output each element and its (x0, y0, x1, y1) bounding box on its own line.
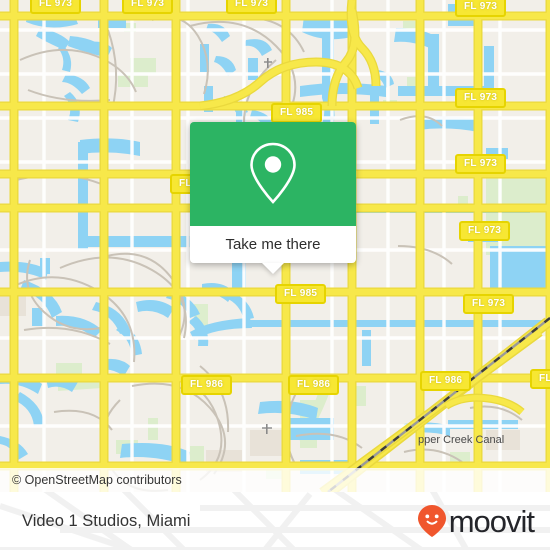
road-shield: FL 986 (420, 371, 472, 391)
moovit-brand[interactable]: moovit (417, 492, 535, 550)
road-shield: FL 973 (463, 294, 515, 314)
road-shield: FL (530, 369, 550, 389)
road-shield: FL 973 (30, 0, 82, 14)
road-shield: FL 986 (288, 375, 340, 395)
moovit-place-card: FL 973 FL 973 FL 973 FL 973 FL 973 FL 97… (0, 0, 550, 550)
moovit-smiley-pin-icon (417, 505, 446, 537)
place-title: Video 1 Studios, Miami (22, 492, 190, 550)
road-shield: FL 973 (455, 88, 507, 108)
callout-header (190, 122, 356, 226)
map-canvas[interactable]: FL 973 FL 973 FL 973 FL 973 FL 973 FL 97… (0, 0, 550, 492)
road-shield: FL 986 (181, 375, 233, 395)
place-title-text: Video 1 Studios, Miami (22, 511, 191, 530)
callout-action[interactable]: Take me there (190, 226, 356, 274)
road-shield: FL 973 (455, 154, 507, 174)
footer-bar: Video 1 Studios, Miami moovit (0, 492, 550, 550)
take-me-there-callout[interactable]: Take me there (190, 122, 356, 274)
callout-tail (262, 263, 284, 274)
osm-attribution-text: © OpenStreetMap contributors (12, 473, 182, 487)
road-shield: FL 973 (226, 0, 278, 14)
road-shield: FL 973 (455, 0, 507, 17)
map-pin-icon (250, 142, 296, 204)
callout-action-label: Take me there (225, 236, 321, 253)
road-shield: FL 973 (122, 0, 174, 14)
moovit-wordmark: moovit (448, 503, 535, 539)
road-shield: FL 973 (459, 221, 511, 241)
water-label: pper Creek Canal (418, 434, 505, 446)
road-shield: FL 985 (275, 284, 327, 304)
road-shield: FL 985 (271, 103, 323, 123)
osm-attribution[interactable]: © OpenStreetMap contributors (0, 468, 550, 492)
